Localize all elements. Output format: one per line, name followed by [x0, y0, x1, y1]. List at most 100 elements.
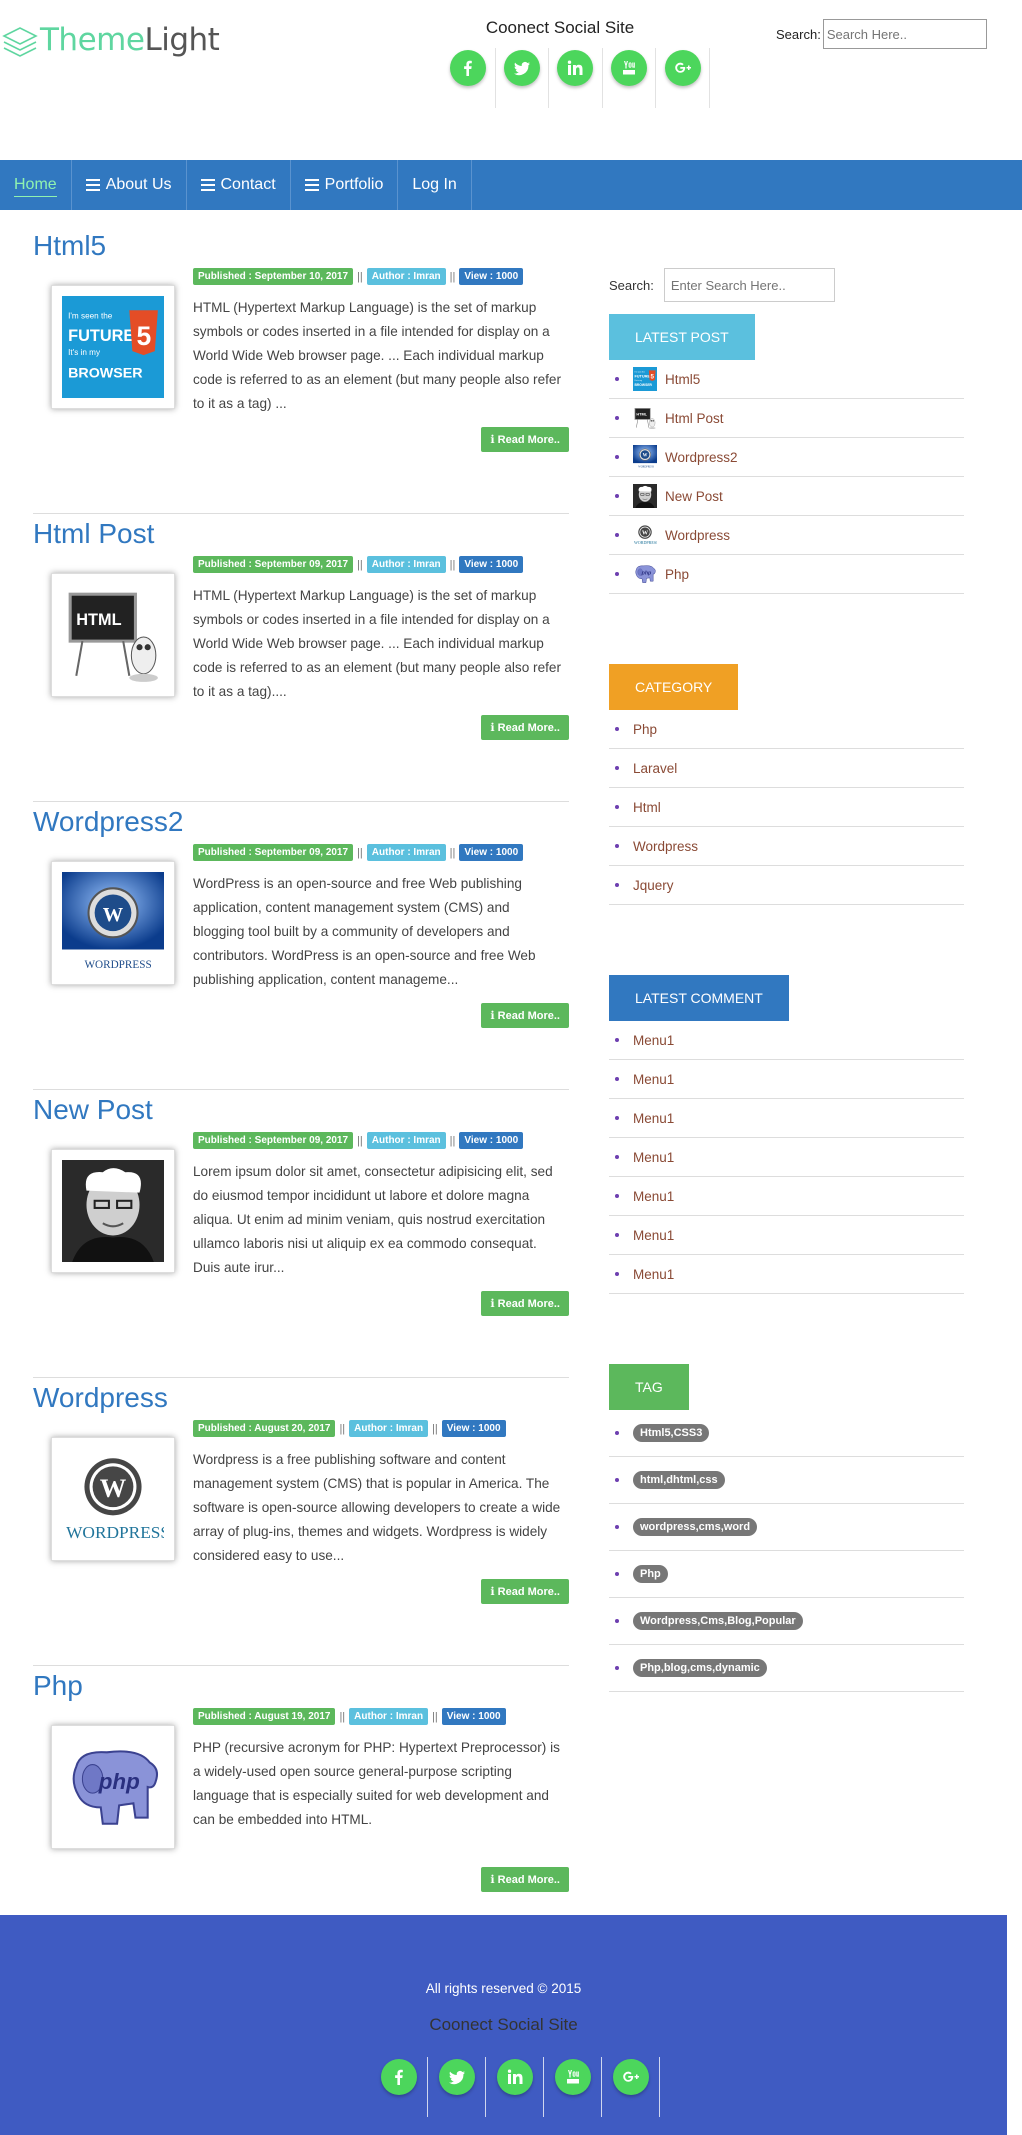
latest-post-thumbnail: I'm seen the FUTURE It's in my BROWSER 5 — [633, 367, 657, 391]
post-thumbnail[interactable]: W WORDPRESS — [51, 861, 175, 985]
comment-item[interactable]: Menu1 — [609, 1255, 964, 1294]
svg-text:5: 5 — [651, 374, 655, 381]
post-title[interactable]: Html Post — [33, 518, 154, 550]
tag-item: Php — [609, 1551, 964, 1598]
latest-post-item[interactable]: php Php — [609, 555, 964, 594]
tag-pill[interactable]: Html5,CSS3 — [633, 1424, 710, 1442]
twitter-icon — [438, 2059, 475, 2095]
post-thumbnail[interactable] — [51, 1149, 175, 1273]
post-title[interactable]: Wordpress2 — [33, 806, 183, 838]
nav-item-home[interactable]: Home — [0, 160, 72, 210]
post-meta: Published : August 19, 2017 || Author : Im… — [193, 1708, 506, 1725]
header-facebook-link[interactable] — [442, 48, 496, 108]
sidebar-search-label: Search: — [609, 277, 654, 293]
svg-text:I'm seen the: I'm seen the — [68, 311, 113, 320]
meta-separator: || — [449, 558, 456, 571]
category-item[interactable]: Wordpress — [609, 827, 964, 866]
category-item[interactable]: Laravel — [609, 749, 964, 788]
linkedin-icon — [557, 50, 594, 86]
tag-pill[interactable]: Php — [633, 1565, 668, 1583]
svg-text:BROWSER: BROWSER — [634, 383, 652, 387]
latest-post-item[interactable]: W WORDPRESS Wordpress2 — [609, 438, 964, 477]
footer-twitter-link[interactable] — [428, 2057, 486, 2117]
meta-separator: || — [449, 846, 456, 859]
nav-item-contact[interactable]: Contact — [187, 160, 291, 210]
latest-post-label: Html5 — [665, 371, 701, 387]
header-search: Search: — [776, 19, 987, 49]
post-title[interactable]: New Post — [33, 1094, 153, 1126]
latest-post-label: Wordpress — [665, 527, 731, 543]
post-excerpt: WordPress is an open-source and free Web… — [193, 876, 536, 987]
post-meta: Published : September 09, 2017 || Author :… — [193, 1132, 524, 1149]
header-twitter-link[interactable] — [496, 48, 550, 108]
nav-item-label: Contact — [220, 176, 276, 193]
latest-post-item[interactable]: W WORDPRESS Wordpress — [609, 516, 964, 555]
footer-googleplus-link[interactable] — [602, 2057, 660, 2117]
meta-separator: || — [449, 1134, 456, 1147]
tag-pill[interactable]: html,dhtml,css — [633, 1471, 725, 1489]
tag-item: html,dhtml,css — [609, 1457, 964, 1504]
meta-separator: || — [357, 1134, 363, 1147]
logo-text: ThemeLight — [40, 22, 220, 58]
footer-facebook-link[interactable] — [370, 2057, 428, 2117]
category-item[interactable]: Html — [609, 788, 964, 827]
search-input[interactable] — [822, 19, 987, 49]
comment-item[interactable]: Menu1 — [609, 1177, 964, 1216]
post-item: Html5 Published : September 10, 2017 || Aut… — [33, 226, 569, 514]
post-item: Wordpress2 Published : September 09, 2017… — [33, 802, 569, 1090]
youtube-icon — [611, 50, 648, 86]
tag-pill[interactable]: Php,blog,cms,dynamic — [633, 1659, 767, 1677]
read-more-button[interactable]: ℹ Read More.. — [481, 1867, 569, 1892]
post-title[interactable]: Wordpress — [33, 1382, 168, 1414]
post-thumbnail[interactable]: W WORDPRESS — [51, 1437, 175, 1561]
svg-text:W: W — [643, 454, 648, 459]
tag-pill[interactable]: wordpress,cms,word — [633, 1518, 758, 1536]
meta-separator: || — [357, 558, 363, 571]
googleplus-icon — [664, 50, 701, 86]
nav-item-portfolio[interactable]: Portfolio — [291, 160, 399, 210]
post-thumbnail[interactable]: php — [51, 1725, 175, 1849]
read-more-button[interactable]: ℹ Read More.. — [481, 1579, 569, 1604]
header-googleplus-link[interactable] — [656, 48, 710, 108]
read-more-button[interactable]: ℹ Read More.. — [481, 715, 569, 740]
author-badge: Author : Imran — [366, 844, 446, 861]
latest-post-item[interactable]: New Post — [609, 477, 964, 516]
site-logo[interactable]: ThemeLight — [2, 14, 220, 66]
latest-post-list: I'm seen the FUTURE It's in my BROWSER 5 Html… — [609, 360, 964, 594]
footer-youtube-link[interactable] — [544, 2057, 602, 2117]
comment-item[interactable]: Menu1 — [609, 1060, 964, 1099]
footer-linkedin-link[interactable] — [486, 2057, 544, 2117]
latest-post-thumbnail: php — [633, 562, 657, 586]
category-item[interactable]: Jquery — [609, 866, 964, 905]
tag-pill[interactable]: Wordpress,Cms,Blog,Popular — [633, 1612, 803, 1630]
category-item[interactable]: Php — [609, 710, 964, 749]
nav-item-about-us[interactable]: About Us — [72, 160, 187, 210]
comment-item[interactable]: Menu1 — [609, 1138, 964, 1177]
read-more-button[interactable]: ℹ Read More.. — [481, 1003, 569, 1028]
meta-separator: || — [357, 846, 363, 859]
comment-item[interactable]: Menu1 — [609, 1216, 964, 1255]
post-title[interactable]: Php — [33, 1670, 83, 1702]
nav-item-log-in[interactable]: Log In — [398, 160, 472, 210]
googleplus-icon — [612, 2059, 649, 2095]
header-linkedin-link[interactable] — [549, 48, 603, 108]
svg-text:FUTURE: FUTURE — [634, 375, 650, 379]
post-item: Wordpress Published : August 20, 2017 || Au… — [33, 1378, 569, 1666]
read-more-button[interactable]: ℹ Read More.. — [481, 427, 569, 452]
views-badge: View : 1000 — [441, 1708, 506, 1725]
post-thumbnail[interactable]: I'm seen the FUTURE It's in my BROWSER 5 — [51, 285, 175, 409]
sidebar-search-input[interactable] — [663, 268, 835, 302]
post-thumbnail[interactable]: HTML — [51, 573, 175, 697]
sidebar: Search: LATEST POST I'm seen theFUTUREIt… — [609, 268, 964, 1692]
latest-post-heading: LATEST POST — [609, 314, 755, 360]
comment-item[interactable]: Menu1 — [609, 1021, 964, 1060]
post-title[interactable]: Html5 — [33, 230, 106, 262]
header-youtube-link[interactable] — [603, 48, 657, 108]
comment-item[interactable]: Menu1 — [609, 1099, 964, 1138]
read-more-button[interactable]: ℹ Read More.. — [481, 1291, 569, 1316]
latest-comment-list: Menu1 Menu1 Menu1 Menu1 Menu1 Menu1 Menu1 — [609, 1021, 964, 1294]
twitter-icon — [503, 50, 540, 86]
latest-post-item[interactable]: HTML Html Post — [609, 399, 964, 438]
latest-post-item[interactable]: I'm seen the FUTURE It's in my BROWSER 5 Html… — [609, 360, 964, 399]
latest-comment-heading: LATEST COMMENT — [609, 975, 789, 1021]
